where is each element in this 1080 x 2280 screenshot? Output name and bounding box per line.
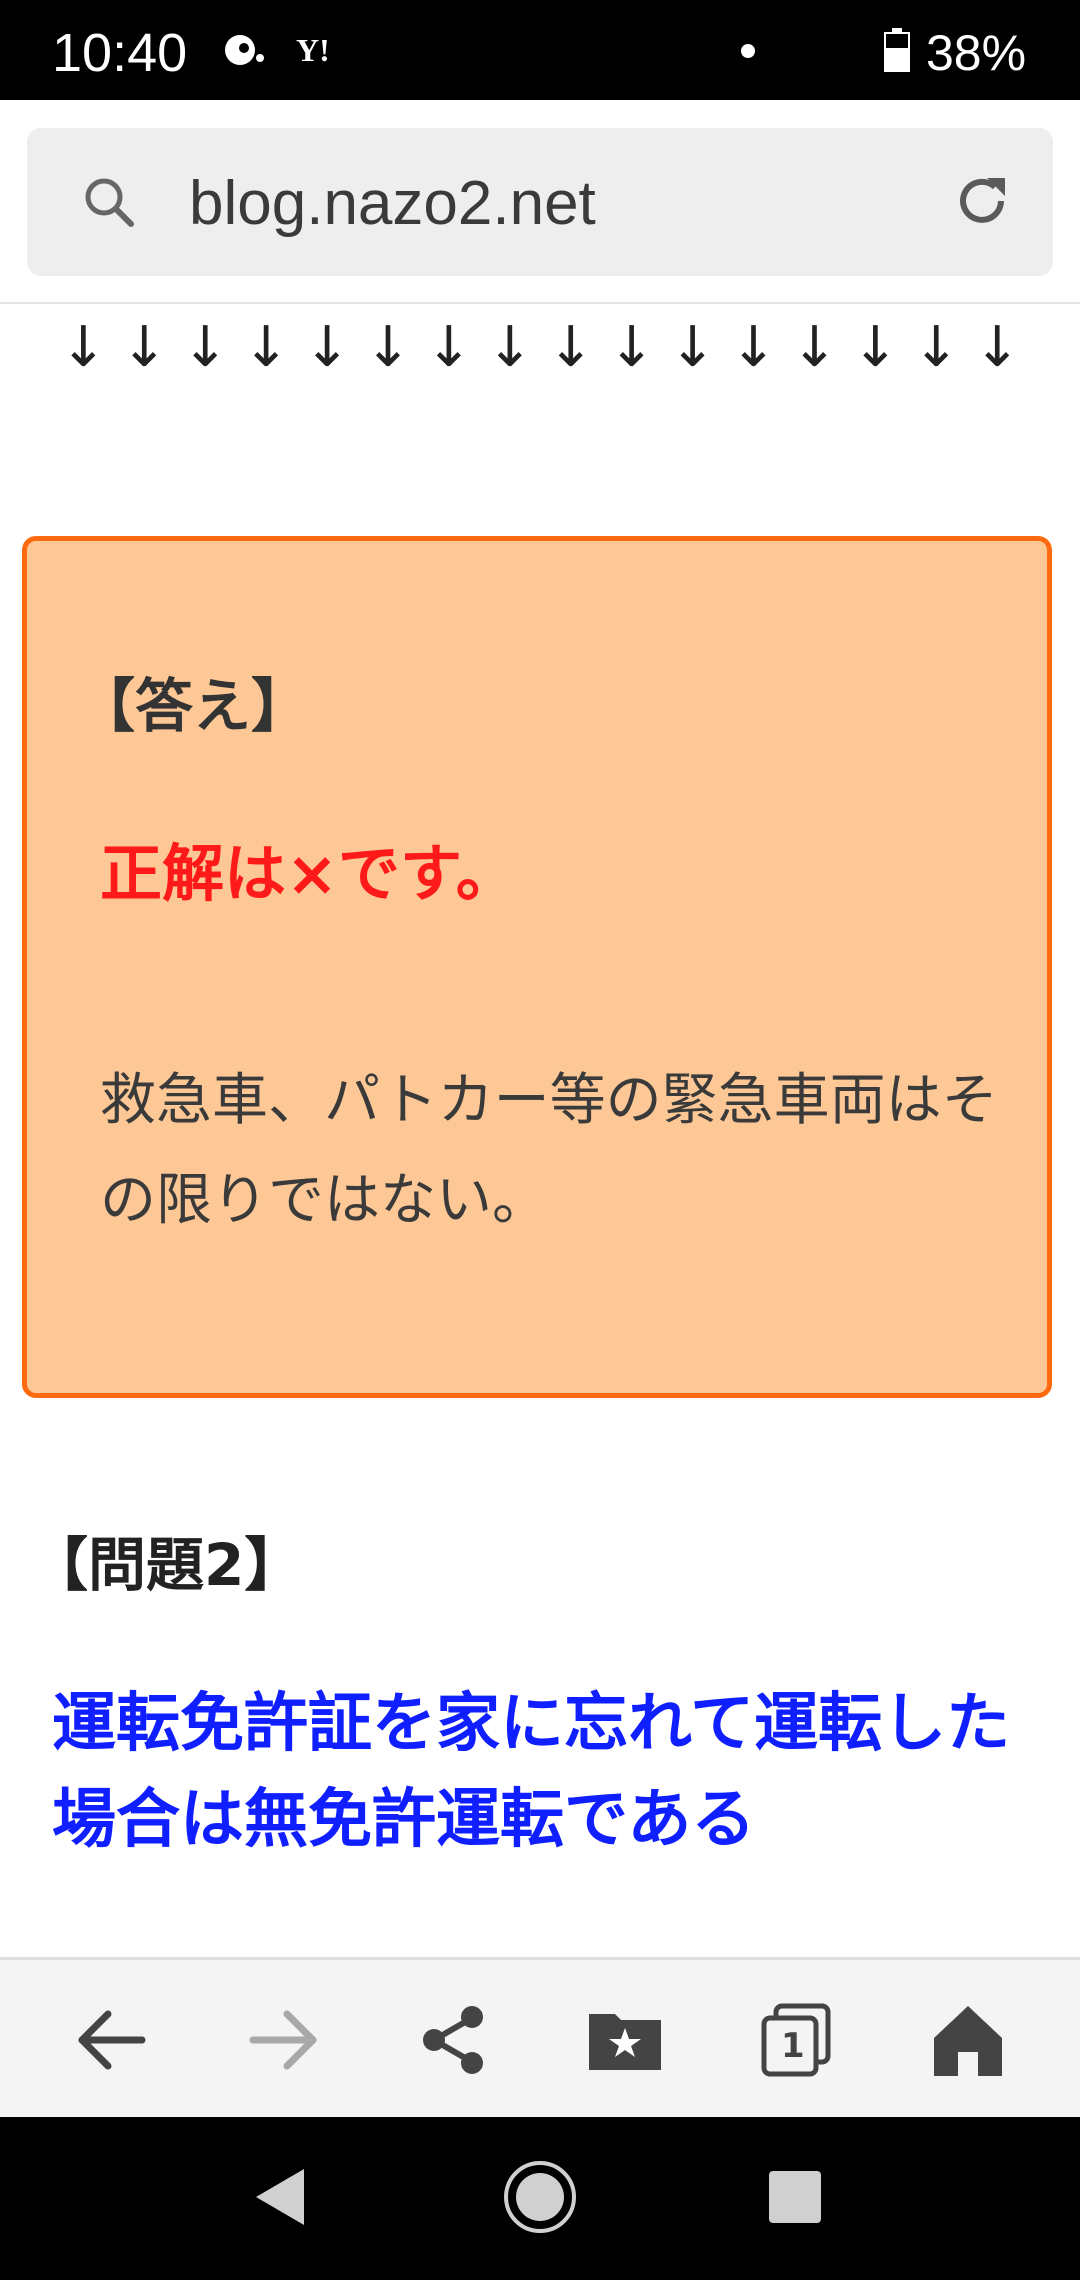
answer-heading: 【答え】	[77, 672, 310, 740]
back-icon[interactable]	[72, 2000, 152, 2080]
battery-percent: 38%	[926, 25, 1027, 81]
system-nav-bar	[0, 2117, 1080, 2280]
notification-icon	[225, 35, 264, 65]
bottom-toolbar: 1	[0, 1957, 1080, 2120]
nav-recents-icon[interactable]	[755, 2157, 835, 2237]
share-icon[interactable]	[414, 2000, 494, 2080]
home-icon[interactable]	[928, 2000, 1008, 2080]
answer-body-text: 救急車、パトカー等の緊急車両はその限りではない。	[100, 1068, 998, 1233]
question-text: 運転免許証を家に忘れて運転した場合は無免許運転である	[52, 1687, 1011, 1857]
answer-correct-text: 正解は×です。	[100, 837, 518, 910]
answer-box: 【答え】 正解は×です。 救急車、パトカー等の緊急車両はその限りではない。	[22, 536, 1052, 1398]
url-text[interactable]: blog.nazo2.net	[189, 168, 596, 239]
bookmarks-icon[interactable]	[585, 2000, 665, 2080]
battery-icon	[884, 28, 910, 72]
down-arrows: ↓↓↓↓↓↓↓↓↓↓↓↓↓↓↓↓	[60, 315, 1035, 380]
url-bar[interactable]: blog.nazo2.net	[27, 128, 1053, 276]
nav-home-icon[interactable]	[500, 2157, 580, 2237]
forward-icon[interactable]	[243, 2000, 323, 2080]
question-heading: 【問題2】	[30, 1531, 303, 1599]
status-time: 10:40	[52, 23, 188, 83]
browser-header: blog.nazo2.net	[0, 100, 1080, 304]
yahoo-icon: Y!	[296, 32, 330, 68]
notification-dot-icon	[741, 44, 755, 58]
tabs-button[interactable]: 1	[756, 2000, 836, 2080]
nav-back-icon[interactable]	[240, 2157, 320, 2237]
reload-icon[interactable]	[951, 170, 1013, 232]
status-bar: 10:40 Y! 38%	[0, 0, 1080, 100]
search-icon[interactable]	[79, 172, 139, 232]
tab-count: 1	[781, 2026, 805, 2066]
